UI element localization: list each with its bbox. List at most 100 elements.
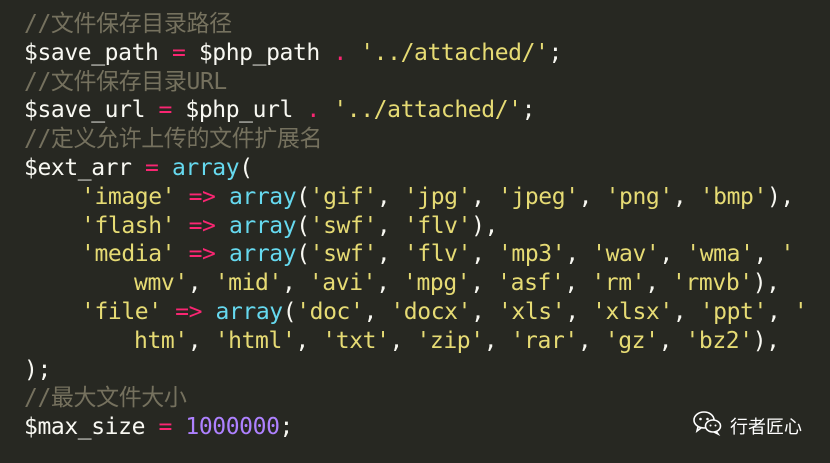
string-literal: 'mpg' bbox=[403, 270, 471, 297]
string-literal: 'txt' bbox=[322, 327, 390, 354]
punctuation: , bbox=[659, 241, 687, 268]
string-literal: 'flash' bbox=[81, 212, 176, 239]
string-literal: 'rar' bbox=[510, 327, 579, 354]
punctuation: , bbox=[766, 298, 794, 325]
string-literal: wmv' bbox=[134, 270, 188, 297]
string-literal: 'zip' bbox=[416, 327, 484, 354]
punctuation: , bbox=[376, 212, 404, 239]
string-literal: 'swf' bbox=[309, 212, 378, 239]
punctuation: ); bbox=[24, 356, 51, 383]
code-editor: //文件保存目录路径 $save_path = $php_path . '../a… bbox=[0, 0, 830, 463]
variable: $save_url bbox=[24, 97, 146, 124]
string-literal: 'bz2' bbox=[685, 327, 753, 354]
code-block: //文件保存目录路径 $save_path = $php_path . '../a… bbox=[24, 10, 808, 442]
code-line: 'flash' => array('swf', 'flv'), bbox=[24, 212, 807, 241]
function-name: array bbox=[228, 212, 297, 239]
string-literal: 'bmp' bbox=[699, 183, 768, 210]
punctuation: , bbox=[577, 327, 605, 354]
code-line: //文件保存目录URL bbox=[24, 68, 807, 97]
code-line: //文件保存目录路径 bbox=[24, 10, 807, 39]
punctuation: , bbox=[376, 183, 404, 210]
string-literal: 'gz' bbox=[604, 327, 659, 354]
operator: => bbox=[188, 241, 216, 268]
punctuation: ; bbox=[521, 97, 536, 124]
string-literal: 'mp3' bbox=[497, 241, 566, 268]
punctuation: , bbox=[295, 327, 323, 354]
string-literal: 'xls' bbox=[497, 298, 566, 325]
variable: $save_path bbox=[24, 39, 159, 66]
string-literal: 'image' bbox=[81, 183, 176, 210]
punctuation: , bbox=[565, 241, 593, 268]
string-literal: htm' bbox=[134, 327, 188, 354]
punctuation: ( bbox=[296, 212, 310, 239]
punctuation: , bbox=[376, 270, 404, 297]
punctuation: , bbox=[363, 298, 391, 325]
string-literal: 'avi' bbox=[308, 270, 377, 297]
punctuation: ; bbox=[279, 414, 294, 441]
string-literal: '../attached/' bbox=[360, 39, 549, 66]
operator: = bbox=[158, 414, 172, 441]
punctuation: , bbox=[187, 270, 215, 297]
code-line: //最大文件大小 bbox=[24, 384, 807, 413]
function-name: array bbox=[228, 241, 297, 268]
string-literal: 'rm' bbox=[591, 270, 646, 297]
variable: $max_size bbox=[24, 414, 146, 441]
watermark-text: 行者匠心 bbox=[730, 416, 802, 438]
code-line: 'media' => array('swf', 'flv', 'mp3', 'w… bbox=[24, 240, 807, 269]
comment: //文件保存目录路径 bbox=[24, 11, 232, 37]
code-line: 'file' => array('doc', 'docx', 'xls', 'x… bbox=[24, 298, 808, 327]
number-literal: 1000000 bbox=[185, 414, 280, 441]
string-literal: ' bbox=[793, 298, 808, 325]
code-line: $ext_arr = array( bbox=[24, 154, 807, 183]
string-literal: 'gif' bbox=[309, 183, 378, 210]
punctuation: ), bbox=[766, 183, 794, 210]
wechat-icon bbox=[692, 410, 722, 441]
punctuation: ), bbox=[752, 327, 780, 354]
operator: . bbox=[333, 39, 347, 66]
punctuation: , bbox=[645, 270, 673, 297]
punctuation: ( bbox=[282, 298, 297, 325]
punctuation: , bbox=[187, 327, 215, 354]
punctuation: , bbox=[578, 183, 606, 210]
string-literal: 'ppt' bbox=[699, 298, 768, 325]
punctuation: , bbox=[470, 270, 498, 297]
code-line: htm', 'html', 'txt', 'zip', 'rar', 'gz',… bbox=[24, 327, 807, 356]
code-line: $save_url = $php_url . '../attached/'; bbox=[24, 96, 807, 125]
code-line: ); bbox=[24, 356, 807, 385]
punctuation: , bbox=[672, 298, 700, 325]
punctuation: , bbox=[471, 298, 498, 325]
operator: = bbox=[171, 39, 186, 66]
string-literal: '../attached/' bbox=[333, 97, 522, 124]
string-literal: ' bbox=[780, 241, 794, 268]
punctuation: , bbox=[483, 327, 511, 354]
string-literal: 'file' bbox=[81, 298, 162, 325]
punctuation: , bbox=[753, 241, 781, 268]
punctuation: , bbox=[471, 183, 498, 210]
watermark: 行者匠心 bbox=[692, 410, 802, 441]
function-name: array bbox=[171, 154, 240, 181]
code-line: $max_size = 1000000; bbox=[24, 413, 807, 442]
punctuation: ( bbox=[296, 241, 310, 268]
string-literal: 'xlsx' bbox=[592, 298, 673, 325]
operator: . bbox=[306, 97, 320, 124]
string-literal: 'jpg' bbox=[403, 183, 472, 210]
string-literal: 'swf' bbox=[309, 241, 378, 268]
string-literal: 'html' bbox=[214, 327, 296, 354]
string-literal: 'media' bbox=[81, 241, 176, 268]
code-line: 'image' => array('gif', 'jpg', 'jpeg', '… bbox=[24, 183, 807, 212]
string-literal: 'wav' bbox=[592, 241, 660, 268]
string-literal: 'doc' bbox=[296, 298, 364, 325]
punctuation: , bbox=[658, 327, 686, 354]
string-literal: 'rmvb' bbox=[672, 270, 753, 297]
punctuation: , bbox=[281, 270, 309, 297]
punctuation: , bbox=[376, 241, 404, 268]
string-literal: 'wma' bbox=[686, 241, 754, 268]
operator: => bbox=[175, 298, 203, 325]
punctuation: ; bbox=[548, 39, 563, 66]
operator: = bbox=[145, 154, 159, 181]
string-literal: 'flv' bbox=[403, 241, 472, 268]
code-line: wmv', 'mid', 'avi', 'mpg', 'asf', 'rm', … bbox=[24, 269, 807, 298]
comment: //最大文件大小 bbox=[24, 385, 187, 412]
string-literal: 'png' bbox=[605, 183, 674, 210]
punctuation: , bbox=[389, 327, 417, 354]
